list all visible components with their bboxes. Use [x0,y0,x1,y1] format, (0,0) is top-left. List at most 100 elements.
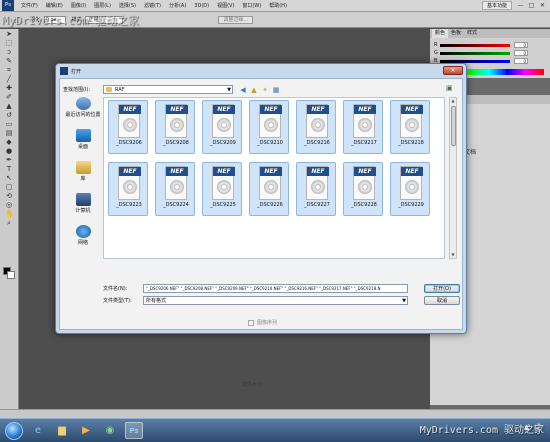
file-item[interactable]: NEF _DSC9208 [155,100,195,154]
dialog-title: 打开 [71,68,82,75]
camera-raw-icon[interactable]: ▣ [446,84,454,92]
menu-view[interactable]: 视图(V) [213,2,238,9]
tab-color[interactable]: 颜色 [432,29,449,38]
file-item[interactable]: NEF _DSC9206 [108,100,148,154]
place-recent[interactable]: 最近访问的位置 [63,97,103,125]
back-icon[interactable]: ◀ [239,86,247,94]
menu-analysis[interactable]: 分析(A) [165,2,190,9]
nef-badge: NEF [119,105,141,114]
scrollbar-thumb[interactable] [451,106,456,146]
nef-file-icon: NEF [118,166,141,200]
slider-r-track[interactable] [440,43,510,47]
place-computer[interactable]: 计算机 [63,193,103,221]
slider-g-track[interactable] [440,51,510,55]
path-select-tool-icon[interactable]: ↖ [5,174,13,182]
dodge-tool-icon[interactable]: ● [5,147,13,155]
slider-g-value[interactable]: 0 [514,50,528,56]
marquee-tool-icon[interactable]: ⬚ [5,39,13,47]
menu-layer[interactable]: 图层(L) [90,2,115,9]
dialog-close-button[interactable]: ✕ [443,66,463,75]
menu-filter[interactable]: 滤镜(T) [140,2,165,9]
image-sequence-option[interactable]: 图像序列 [248,319,277,326]
move-tool-icon[interactable]: ➤ [5,30,13,38]
file-item[interactable]: NEF _DSC9217 [343,100,383,154]
scroll-up-icon[interactable]: ▲ [450,98,456,104]
file-item[interactable]: NEF _DSC9218 [390,100,430,154]
refine-edge-button[interactable]: 调整边缘... [218,15,254,24]
menu-help[interactable]: 帮助(H) [265,2,291,9]
3d-rotate-tool-icon[interactable]: ⟲ [5,192,13,200]
file-name: _DSC9209 [210,140,236,146]
up-folder-icon[interactable]: ▲ [250,86,258,94]
file-item[interactable]: NEF _DSC9224 [155,162,195,216]
brush-tool-icon[interactable]: ✐ [5,93,13,101]
watermark-top: MyDrivers.com 驱动之家 [2,14,139,27]
media-center-icon[interactable]: ◉ [101,422,119,439]
crop-tool-icon[interactable]: ⌗ [5,66,13,74]
explorer-icon[interactable]: ▆ [53,422,71,439]
lasso-tool-icon[interactable]: ↄ [5,48,13,56]
file-list-scrollbar[interactable]: ▲ ▼ [449,97,457,259]
place-desktop[interactable]: 桌面 [63,129,103,157]
menu-edit[interactable]: 编辑(E) [42,2,67,9]
new-folder-icon[interactable]: ✦ [261,86,269,94]
blur-tool-icon[interactable]: ◆ [5,138,13,146]
place-library[interactable]: 库 [63,161,103,189]
maximize-icon[interactable]: □ [526,1,537,10]
type-tool-icon[interactable]: T [5,165,13,173]
recent-places-icon [75,97,91,110]
quick-select-tool-icon[interactable]: ✎ [5,57,13,65]
image-sequence-checkbox[interactable] [248,319,254,326]
gradient-tool-icon[interactable]: ▤ [5,129,13,137]
background-color-swatch[interactable] [7,271,15,279]
filename-input[interactable]: "_DSC9206.NEF" "_DSC9208.NEF" "_DSC9209.… [143,284,408,293]
photoshop-taskbar-icon[interactable]: Ps [125,422,143,439]
media-player-icon[interactable]: ▶ [77,422,95,439]
filetype-select[interactable]: 所有格式 ▼ [143,296,408,305]
healing-tool-icon[interactable]: ✚ [5,84,13,92]
shape-tool-icon[interactable]: ▢ [5,183,13,191]
filetype-row: 文件类型(T): 所有格式 ▼ [103,296,445,305]
open-dialog: 打开 ✕ 查找范围(I): RAF ▼ ◀ ▲ ✦ ▦ ▣ 最近访问的位置 桌面… [55,63,467,388]
menu-image[interactable]: 图像(I) [67,2,90,9]
view-menu-icon[interactable]: ▦ [272,86,280,94]
history-brush-tool-icon[interactable]: ↺ [5,111,13,119]
file-item[interactable]: NEF _DSC9229 [390,162,430,216]
file-item[interactable]: NEF _DSC9209 [202,100,242,154]
start-button[interactable] [5,421,23,440]
zoom-tool-icon[interactable]: ⌕ [5,219,13,227]
file-item[interactable]: NEF _DSC9223 [108,162,148,216]
hand-tool-icon[interactable]: ✋ [5,210,14,218]
file-item[interactable]: NEF _DSC9225 [202,162,242,216]
menu-3d[interactable]: 3D(D) [190,3,213,9]
file-item[interactable]: NEF _DSC9227 [296,162,336,216]
file-item[interactable]: NEF _DSC9210 [249,100,289,154]
open-button[interactable]: 打开(O) [424,284,460,293]
dialog-titlebar[interactable]: 打开 [56,64,466,78]
3d-orbit-tool-icon[interactable]: ◎ [5,201,13,209]
slider-r-value[interactable]: 0 [514,42,528,48]
menu-select[interactable]: 选择(S) [115,2,140,9]
nef-file-icon: NEF [259,104,282,138]
cancel-button[interactable]: 取消 [424,296,460,305]
close-icon[interactable]: ✕ [537,1,548,10]
scroll-down-icon[interactable]: ▼ [450,252,456,258]
pen-tool-icon[interactable]: ✒ [5,156,13,164]
file-item[interactable]: NEF _DSC9226 [249,162,289,216]
menu-window[interactable]: 窗口(W) [238,2,265,9]
file-item[interactable]: NEF _DSC9216 [296,100,336,154]
eyedropper-tool-icon[interactable]: ╱ [5,75,13,83]
tab-styles[interactable]: 样式 [464,29,480,38]
chevron-down-icon: ▼ [227,87,231,93]
tab-swatches[interactable]: 色板 [448,29,464,38]
minimize-icon[interactable]: — [515,1,526,10]
file-item[interactable]: NEF _DSC9228 [343,162,383,216]
menu-file[interactable]: 文件(F) [17,2,42,9]
lookin-combo[interactable]: RAF ▼ [103,85,233,94]
eraser-tool-icon[interactable]: ▭ [5,120,13,128]
place-network[interactable]: 网络 [63,225,103,253]
slider-b-value[interactable]: 0 [514,58,528,64]
workspace-switcher[interactable]: 基本功能 [481,1,512,10]
stamp-tool-icon[interactable]: ▲ [5,102,13,110]
ie-icon[interactable]: e [29,422,47,439]
